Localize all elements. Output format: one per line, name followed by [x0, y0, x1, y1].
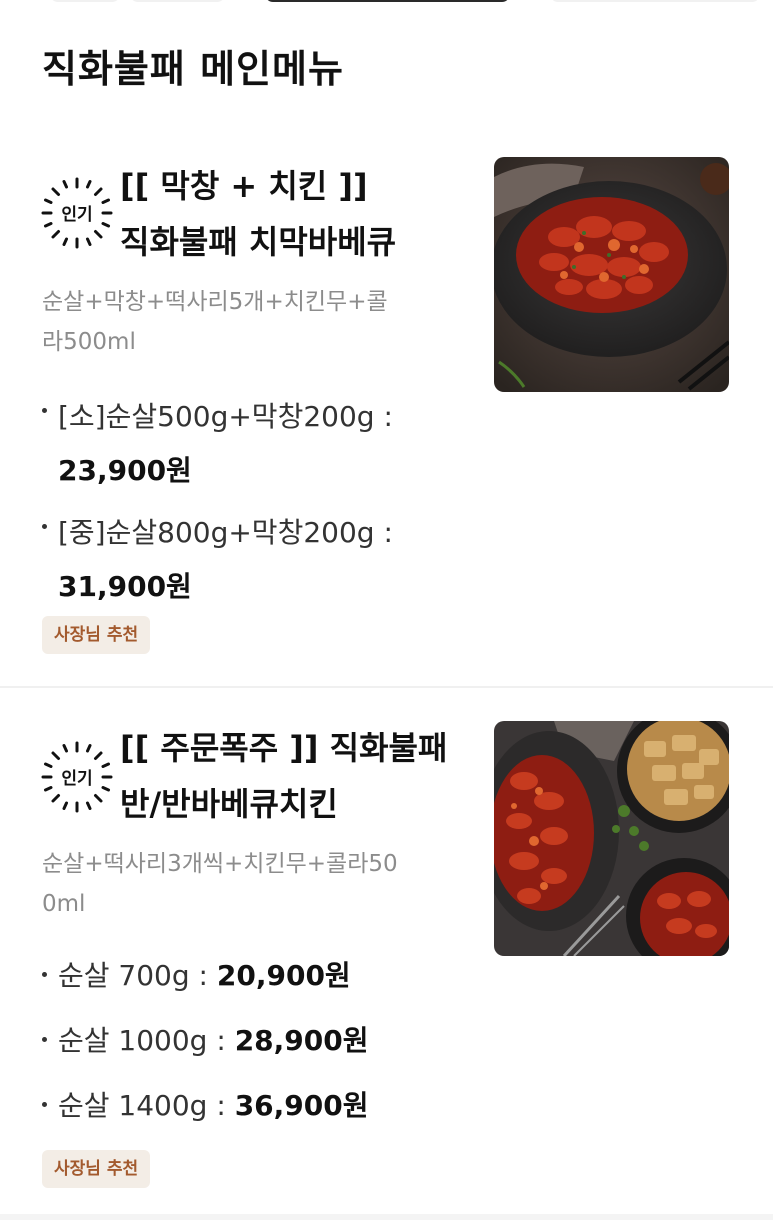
option-label: [소]순살500g+막창200g :: [58, 400, 393, 433]
description-line: 0ml: [42, 891, 86, 917]
description-line: 순살+떡사리3개씩+치킨무+콜라50: [42, 851, 398, 877]
option-label: 순살 1000g :: [58, 1024, 235, 1057]
option-price: 20,900원: [216, 959, 351, 992]
menu-item-photo[interactable]: [494, 721, 729, 956]
category-chip-selected[interactable]: [265, 0, 510, 2]
menu-item-title: [[ 주문폭주 ]] 직화불패 반/반바베큐치킨: [120, 720, 470, 832]
price-option: [중]순살800g+막창200g : 31,900원: [40, 506, 480, 622]
title-line: 반/반바베큐치킨: [120, 785, 338, 823]
option-price: 31,900원: [58, 570, 192, 603]
option-label: 순살 700g :: [58, 959, 217, 992]
menu-item-description: 순살+막창+떡사리5개+치킨무+콜 라500ml: [42, 282, 462, 362]
title-line: [[ 막창 + 치킨 ]]: [120, 167, 368, 205]
popular-badge-icon: 인기: [40, 740, 114, 814]
section-divider: [0, 686, 773, 688]
owner-recommend-tag: 사장님 추천: [42, 616, 151, 654]
option-price: 36,900원: [234, 1089, 369, 1122]
title-line: 직화불패 치막바베큐: [120, 223, 397, 261]
category-chip[interactable]: [550, 0, 760, 2]
price-options: [소]순살500g+막창200g : 23,900원 [중]순살800g+막창2…: [40, 390, 480, 622]
popular-badge-icon: 인기: [40, 176, 114, 250]
menu-item[interactable]: 인기 [[ 막창 + 치킨 ]] 직화불패 치막바베큐 순살+막창+떡사리5개+…: [0, 150, 773, 686]
price-option: [소]순살500g+막창200g : 23,900원: [40, 390, 480, 506]
title-line: [[ 주문폭주 ]] 직화불패: [120, 729, 448, 767]
menu-item-title: [[ 막창 + 치킨 ]] 직화불패 치막바베큐: [120, 158, 470, 270]
option-price: 23,900원: [58, 454, 192, 487]
price-option: 순살 700g : 20,900원: [40, 952, 480, 1017]
menu-item[interactable]: 인기 [[ 주문폭주 ]] 직화불패 반/반바베큐치킨 순살+떡사리3개씩+치킨…: [0, 712, 773, 1202]
category-chip[interactable]: [130, 0, 225, 2]
bottom-divider: [0, 1214, 773, 1220]
top-category-chips: [0, 0, 773, 4]
svg-text:인기: 인기: [61, 205, 92, 225]
description-line: 순살+막창+떡사리5개+치킨무+콜: [42, 289, 388, 315]
owner-recommend-tag: 사장님 추천: [42, 1150, 151, 1188]
svg-text:인기: 인기: [61, 769, 92, 789]
price-options: 순살 700g : 20,900원 순살 1000g : 28,900원 순살 …: [40, 952, 480, 1147]
menu-item-description: 순살+떡사리3개씩+치킨무+콜라50 0ml: [42, 844, 462, 924]
section-title: 직화불패 메인메뉴: [42, 47, 344, 91]
price-option: 순살 1000g : 28,900원: [40, 1017, 480, 1082]
option-label: [중]순살800g+막창200g :: [58, 516, 393, 549]
description-line: 라500ml: [42, 329, 136, 355]
category-chip[interactable]: [50, 0, 120, 2]
price-option: 순살 1400g : 36,900원: [40, 1082, 480, 1147]
menu-item-photo[interactable]: [494, 157, 729, 392]
option-price: 28,900원: [234, 1024, 369, 1057]
option-label: 순살 1400g :: [58, 1089, 235, 1122]
